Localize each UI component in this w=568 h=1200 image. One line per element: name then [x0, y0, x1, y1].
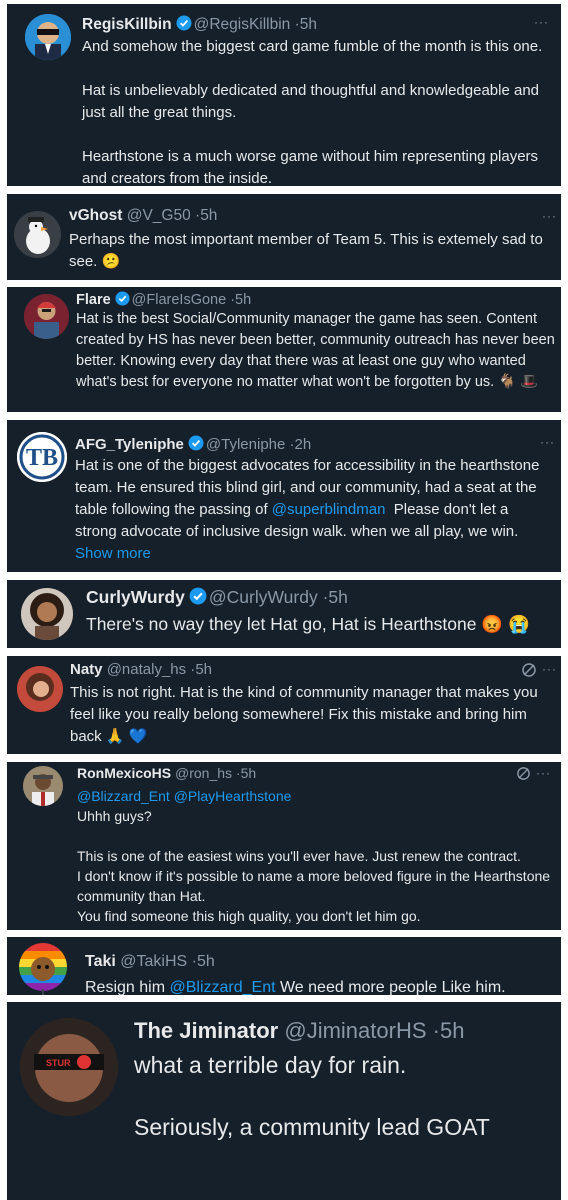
- avatar[interactable]: [19, 943, 67, 991]
- author-name[interactable]: AFG_Tyleniphe: [75, 436, 184, 453]
- author-name[interactable]: Taki: [85, 953, 116, 970]
- tweet-card[interactable]: RonMexicoHS @ron_hs ·5h ··· @Blizzard_En…: [7, 762, 561, 930]
- verified-badge-icon: [115, 291, 130, 310]
- tweet-header: The Jiminator @JiminatorHS ·5h: [134, 1018, 465, 1043]
- author-handle[interactable]: @FlareIsGone: [132, 292, 227, 308]
- author-name[interactable]: Naty: [70, 661, 103, 678]
- tweet-text: what a terrible day for rain. Seriously,…: [134, 1052, 490, 1140]
- more-options-icon[interactable]: ···: [536, 767, 551, 779]
- tweet-header: Taki @TakiHS ·5h: [85, 953, 215, 970]
- author-name[interactable]: The Jiminator: [134, 1018, 278, 1043]
- tweet-text: This is not right. Hat is the kind of co…: [70, 684, 538, 745]
- tweet-header: Naty @nataly_hs ·5h: [70, 661, 212, 678]
- avatar[interactable]: [17, 666, 63, 712]
- timestamp[interactable]: 5h: [241, 765, 257, 781]
- tweet-card[interactable]: Taki @TakiHS ·5h Resign him @Blizzard_En…: [7, 937, 561, 995]
- timestamp[interactable]: 2h: [295, 436, 312, 453]
- author-handle[interactable]: @Tyleniphe: [206, 436, 285, 453]
- timestamp[interactable]: 5h: [440, 1018, 464, 1043]
- tweet-header: vGhost @V_G50 ·5h: [69, 207, 218, 224]
- author-handle[interactable]: @V_G50: [127, 207, 191, 224]
- tweet-header: RonMexicoHS @ron_hs ·5h: [77, 765, 257, 781]
- tweet-text: And somehow the biggest card game fumble…: [82, 38, 543, 186]
- timestamp[interactable]: 5h: [235, 292, 251, 308]
- author-handle[interactable]: @RegisKillbin: [194, 16, 291, 33]
- tweet-text: Resign him @Blizzard_Ent We need more pe…: [85, 979, 506, 995]
- author-name[interactable]: CurlyWurdy: [86, 587, 185, 607]
- mention-link[interactable]: @Blizzard_Ent: [169, 979, 275, 995]
- tweet-text: Perhaps the most important member of Tea…: [69, 231, 543, 270]
- timestamp[interactable]: 5h: [328, 587, 347, 607]
- more-options-icon[interactable]: ···: [542, 663, 557, 675]
- author-handle[interactable]: @nataly_hs: [107, 661, 186, 678]
- author-name[interactable]: Flare: [76, 292, 111, 308]
- tweet-header: CurlyWurdy @CurlyWurdy ·5h: [86, 587, 348, 609]
- tweet-card[interactable]: TB AFG_Tyleniphe @Tyleniphe ·2h ··· Hat i…: [7, 420, 561, 572]
- tweet-header: RegisKillbin @RegisKillbin ·5h: [82, 15, 318, 35]
- svg-text:TB: TB: [26, 445, 58, 471]
- svg-text:STUR: STUR: [46, 1058, 71, 1068]
- tweet-card[interactable]: Flare @FlareIsGone ·5h Hat is the best So…: [7, 287, 561, 412]
- tweet-text: Hat is the best Social/Community manager…: [76, 311, 555, 390]
- tweet-text: Uhhh guys? This is one of the easiest wi…: [77, 808, 551, 924]
- timestamp[interactable]: 5h: [197, 953, 215, 970]
- more-options-icon[interactable]: ···: [542, 210, 557, 222]
- avatar[interactable]: [21, 588, 73, 640]
- author-handle[interactable]: @JiminatorHS: [284, 1018, 426, 1043]
- tweet-card[interactable]: RegisKillbin @RegisKillbin ·5h ··· And so…: [7, 4, 561, 186]
- author-handle[interactable]: @CurlyWurdy: [209, 587, 318, 607]
- author-name[interactable]: vGhost: [69, 207, 122, 224]
- tweet-header: Flare @FlareIsGone ·5h: [76, 291, 252, 310]
- more-options-icon[interactable]: ···: [534, 16, 549, 28]
- avatar[interactable]: [25, 14, 71, 60]
- timestamp[interactable]: 5h: [300, 16, 317, 33]
- avatar[interactable]: STUR: [20, 1018, 118, 1116]
- avatar[interactable]: [23, 766, 63, 806]
- author-name[interactable]: RonMexicoHS: [77, 765, 171, 781]
- show-more-link[interactable]: Show more: [75, 545, 151, 562]
- tweet-header: AFG_Tyleniphe @Tyleniphe ·2h: [75, 435, 312, 454]
- mention-link[interactable]: @superblindman: [272, 501, 386, 518]
- verified-badge-icon: [189, 587, 207, 609]
- tweet-text: There's no way they let Hat go, Hat is H…: [86, 614, 530, 634]
- grok-icon[interactable]: [516, 766, 531, 786]
- author-handle[interactable]: @ron_hs: [175, 765, 232, 781]
- more-options-icon[interactable]: ···: [540, 436, 555, 448]
- tweet-text: Hat is one of the biggest advocates for …: [75, 457, 540, 562]
- tweet-card[interactable]: STUR The Jiminator @JiminatorHS ·5h what…: [7, 1002, 561, 1200]
- avatar[interactable]: [14, 211, 61, 258]
- avatar[interactable]: TB: [17, 432, 67, 482]
- author-name[interactable]: RegisKillbin: [82, 16, 172, 33]
- timestamp[interactable]: 5h: [200, 207, 217, 224]
- avatar[interactable]: [24, 294, 69, 339]
- tweet-card[interactable]: CurlyWurdy @CurlyWurdy ·5h There's no way…: [7, 580, 561, 648]
- tweet-card[interactable]: vGhost @V_G50 ·5h ··· Perhaps the most i…: [7, 194, 561, 280]
- timestamp[interactable]: 5h: [195, 661, 212, 678]
- tweet-card[interactable]: Naty @nataly_hs ·5h ··· This is not righ…: [7, 656, 561, 754]
- verified-badge-icon: [176, 15, 192, 35]
- verified-badge-icon: [188, 435, 204, 454]
- author-handle[interactable]: @TakiHS: [120, 953, 187, 970]
- mention-links[interactable]: @Blizzard_Ent @PlayHearthstone: [77, 786, 547, 806]
- grok-icon[interactable]: [521, 662, 537, 683]
- thread-line: [42, 989, 44, 995]
